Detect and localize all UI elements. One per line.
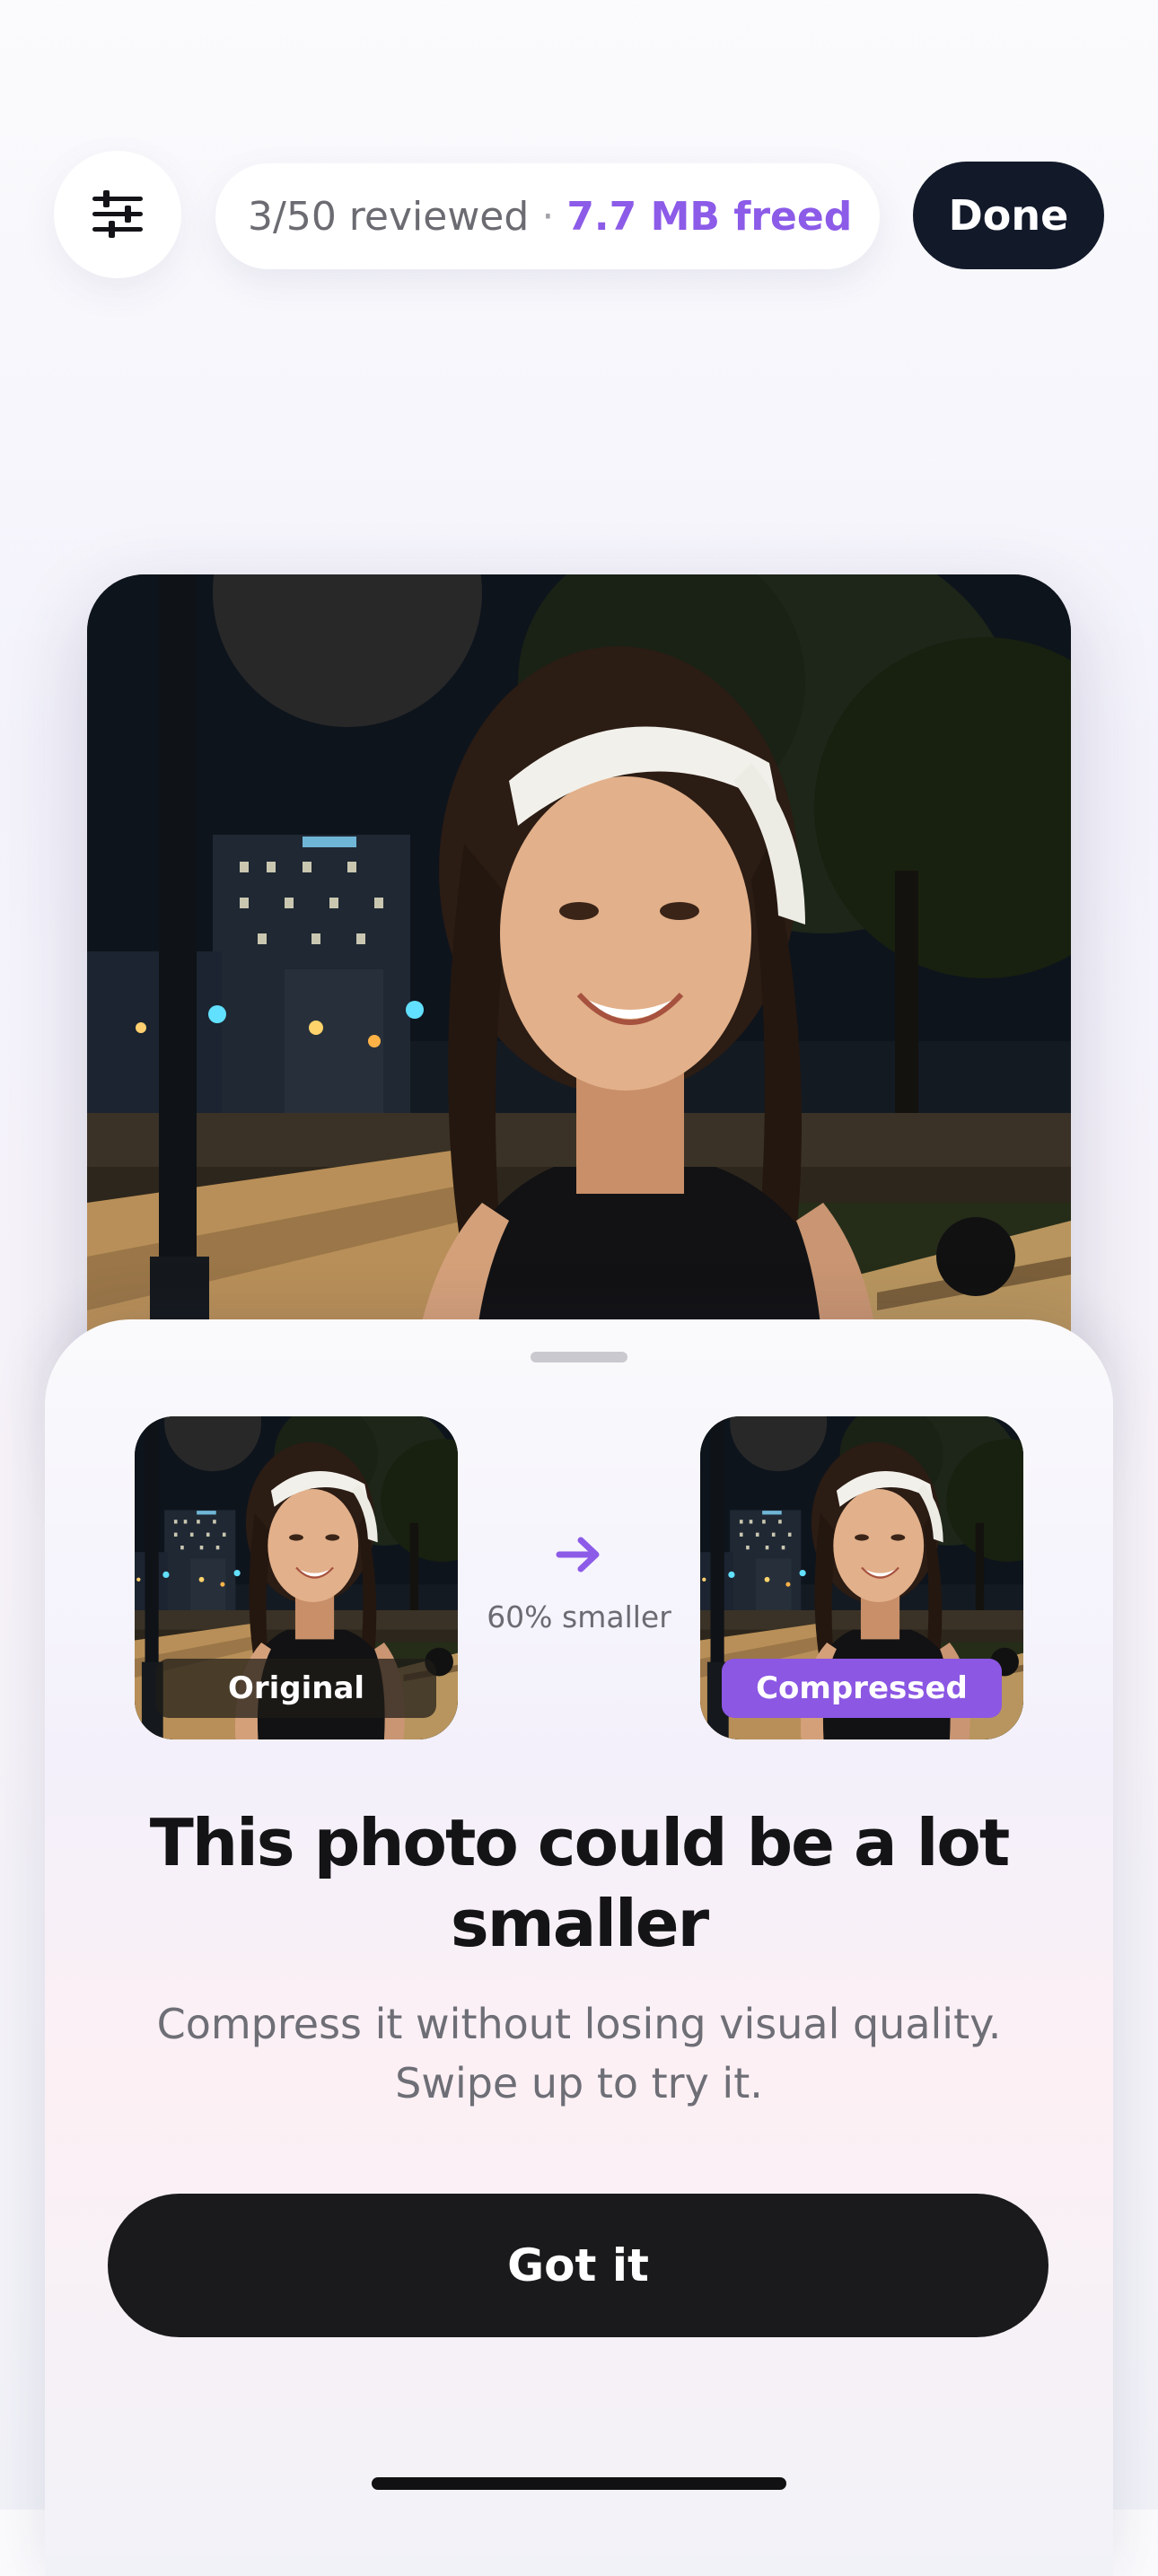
space-freed: 7.7 MB freed — [566, 193, 853, 240]
sheet-headline: This photo could be a lot smaller — [149, 1805, 1011, 1961]
compressed-label: Compressed — [722, 1659, 1002, 1718]
arrow-right-icon — [556, 1537, 600, 1573]
compressed-thumbnail: Compressed — [700, 1416, 1023, 1739]
sheet-grabber[interactable] — [531, 1352, 627, 1362]
done-button[interactable]: Done — [913, 162, 1104, 269]
size-reduction-text: 60% smaller — [487, 1599, 671, 1634]
review-progress-pill: 3/50 reviewed · 7.7 MB freed — [215, 163, 880, 269]
sheet-subtext: Compress it without losing visual qualit… — [156, 2000, 1002, 2107]
sliders-icon — [92, 190, 143, 238]
filter-button[interactable] — [54, 151, 181, 278]
original-label: Original — [156, 1659, 436, 1718]
home-indicator[interactable] — [372, 2477, 786, 2490]
got-it-button[interactable]: Got it — [108, 2194, 1048, 2337]
compression-tip-sheet: Original 60% smaller Compressed This pho… — [45, 1319, 1113, 2576]
separator-dot: · — [541, 193, 555, 240]
reviewed-count: 3/50 reviewed — [248, 193, 530, 240]
original-thumbnail: Original — [135, 1416, 458, 1739]
